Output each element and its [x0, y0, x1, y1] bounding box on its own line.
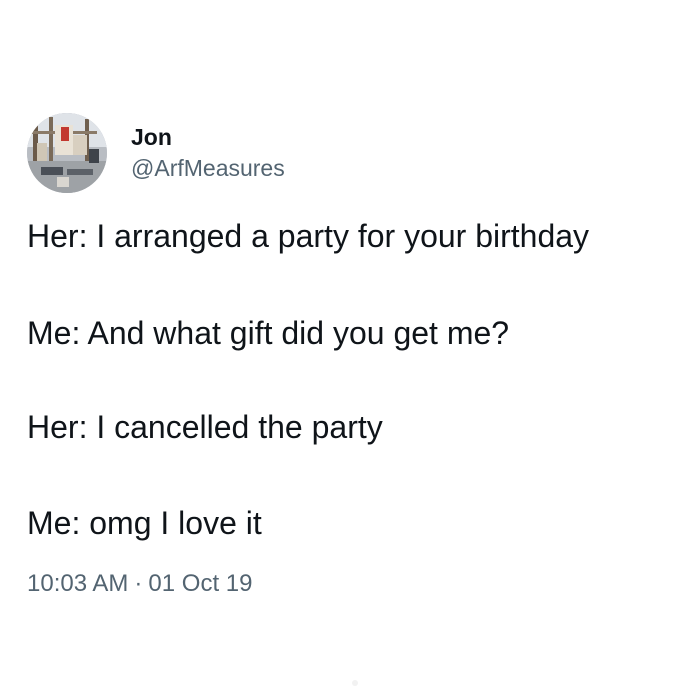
- tweet-header: Jon @ArfMeasures: [27, 113, 687, 197]
- tweet-time: 10:03 AM: [27, 570, 129, 597]
- tweet-text-line: Her: I cancelled the party: [27, 409, 383, 445]
- avatar-photo-icon: [27, 113, 107, 193]
- tweet-text-line: Her: I arranged a party for your birthda…: [27, 218, 590, 254]
- tweet-timestamp[interactable]: 10:03 AM · 01 Oct 19: [27, 569, 252, 599]
- avatar[interactable]: [27, 113, 107, 193]
- tweet-text-line: Me: omg I love it: [27, 505, 262, 541]
- tweet-date: 01 Oct 19: [148, 570, 253, 597]
- tweet-text-line: Me: And what gift did you get me?: [27, 315, 510, 351]
- display-name[interactable]: Jon: [131, 123, 285, 151]
- tweet-card: Jon @ArfMeasures Her: I arranged a party…: [27, 113, 687, 597]
- page-indicator-dot: [352, 680, 358, 686]
- timestamp-separator: ·: [134, 570, 143, 597]
- user-handle[interactable]: @ArfMeasures: [131, 154, 285, 182]
- tweet-author: Jon @ArfMeasures: [131, 123, 285, 182]
